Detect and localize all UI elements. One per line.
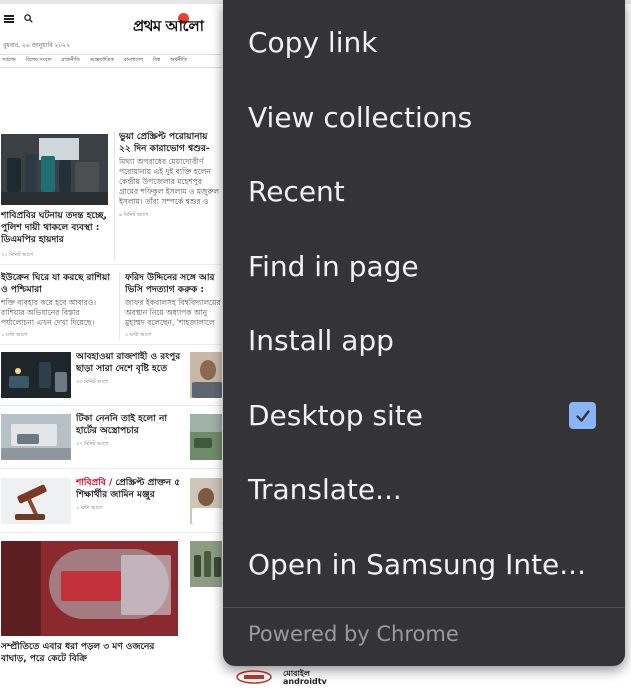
row-divider xyxy=(0,405,222,406)
story-photo-police[interactable] xyxy=(1,134,108,205)
story-timestamp: ৩৭ মিনিট আগে xyxy=(76,441,109,447)
story-timestamp: ১ ঘণ্টা আগে xyxy=(76,505,103,511)
site-logo[interactable]: প্রথম আলো xyxy=(133,15,204,40)
menu-item-copy-link[interactable]: Copy link xyxy=(223,5,625,80)
sponsor-brand[interactable]: মোবাইল androidtv xyxy=(283,670,327,686)
nav-item[interactable]: রাজনীতি xyxy=(62,57,80,65)
menu-item-translate[interactable]: Translate... xyxy=(223,452,625,527)
row-divider xyxy=(0,468,222,469)
story-headline[interactable]: ভুয়া প্রেস্ক্রিপ্ট পরোয়ানায় ২২ দিন কা… xyxy=(119,131,221,155)
hamburger-menu-icon[interactable] xyxy=(4,14,14,23)
story-summary: জাফর ইকবালসহ বিশ্ববিদ্যালয়ের অবস্থান নি… xyxy=(125,298,221,327)
sponsor-logo[interactable] xyxy=(236,670,272,684)
story-summary: শক্তি ব্যবহার করে হবে আবারও। রাশিয়ার অভ… xyxy=(1,298,97,327)
nav-item[interactable]: বিশেষ সংবাদ xyxy=(26,57,52,65)
story-photo-gavel[interactable] xyxy=(1,478,71,524)
column-divider xyxy=(119,272,120,340)
story-timestamp: ১ ঘণ্টা আগে xyxy=(1,332,28,338)
menu-item-open-in-samsung-internet[interactable]: Open in Samsung Inte... xyxy=(223,527,625,602)
story-headline[interactable]: টিকা নেননি তাই হলো না হার্টের অস্ত্রোপচা… xyxy=(76,413,182,437)
story-timestamp: ৩২ মিনিট আগে xyxy=(1,252,34,258)
row-divider xyxy=(0,264,222,265)
menu-divider xyxy=(223,607,625,608)
story-photo-portrait[interactable] xyxy=(190,352,222,398)
nav-item[interactable]: আন্তর্জাতিক xyxy=(90,57,114,65)
checkmark-icon xyxy=(575,409,590,422)
powered-by-chrome-label: Powered by Chrome xyxy=(248,622,459,646)
nav-item[interactable]: অর্থনীতি xyxy=(170,57,187,65)
column-divider xyxy=(114,131,115,261)
story-headline[interactable]: সম্প্রীতিতে এবার ধরা পড়ল ৩ মণ ওজনের বাঘ… xyxy=(1,641,178,665)
story-photo-field[interactable] xyxy=(190,414,222,460)
menu-item-recent[interactable]: Recent xyxy=(223,154,625,229)
story-photo-portrait-2[interactable] xyxy=(190,478,222,524)
menu-item-find-in-page[interactable]: Find in page xyxy=(223,229,625,304)
story-tag[interactable]: শাবিপ্রবি / xyxy=(76,478,112,488)
story-headline[interactable]: আবহাওয়া রাজশাহী ও রংপুর ছাড়া সারা দেশে… xyxy=(76,351,182,375)
row-divider xyxy=(0,532,222,533)
menu-item-label: Desktop site xyxy=(248,399,423,432)
story-headline[interactable]: শাবিপ্রবির ঘটনায় তদন্ত হচ্ছে, পুলিশ দায… xyxy=(1,210,109,246)
story-photo-hospital[interactable] xyxy=(1,414,71,460)
nav-item[interactable]: সর্বশেষ xyxy=(2,57,16,65)
category-nav: সর্বশেষ বিশেষ সংবাদ রাজনীতি আন্তর্জাতিক … xyxy=(0,54,222,68)
row-divider xyxy=(0,344,222,345)
menu-item-desktop-site[interactable]: Desktop site xyxy=(223,378,625,453)
date-label: বুধবার, ২৬ জানুয়ারি ২০২২ xyxy=(3,42,71,49)
story-photo-fish[interactable] xyxy=(1,541,178,636)
sponsor-brand-name: androidtv xyxy=(283,677,327,686)
story-headline[interactable]: ফরিদ উদ্দিনের সঙ্গে আর ভিসি পদত্যাগ করুক… xyxy=(125,272,222,296)
desktop-site-checkbox[interactable] xyxy=(569,402,596,429)
story-summary: মিথ্যা অপরাধের মেয়াদোত্তীর্ণ পরোয়ানায়… xyxy=(119,157,220,206)
story-timestamp: ১ ঘণ্টা আগে xyxy=(125,332,152,338)
story-headline[interactable]: ইউক্রেন ঘিরে যা করছে রাশিয়া ও পশ্চিমারা xyxy=(1,272,113,296)
nav-item[interactable]: বাংলাদেশ xyxy=(124,57,143,65)
site-toolbar xyxy=(4,14,33,23)
story-photo-rain[interactable] xyxy=(1,352,71,398)
story-timestamp: ৯ মিনিট আগে xyxy=(119,212,148,218)
nav-item[interactable]: বিশ্ব xyxy=(153,57,160,65)
story-photo-soldiers[interactable] xyxy=(190,541,222,587)
story-timestamp: ৩৩ মিনিট আগে xyxy=(76,379,109,385)
menu-item-install-app[interactable]: Install app xyxy=(223,303,625,378)
search-icon[interactable] xyxy=(24,14,33,23)
chrome-overflow-menu: Copy link View collections Recent Find i… xyxy=(223,0,625,666)
menu-item-view-collections[interactable]: View collections xyxy=(223,80,625,155)
story-headline[interactable]: শাবিপ্রবি / প্রেস্ক্রিপ্ট প্রাক্তন ৫ শিক… xyxy=(76,477,182,501)
